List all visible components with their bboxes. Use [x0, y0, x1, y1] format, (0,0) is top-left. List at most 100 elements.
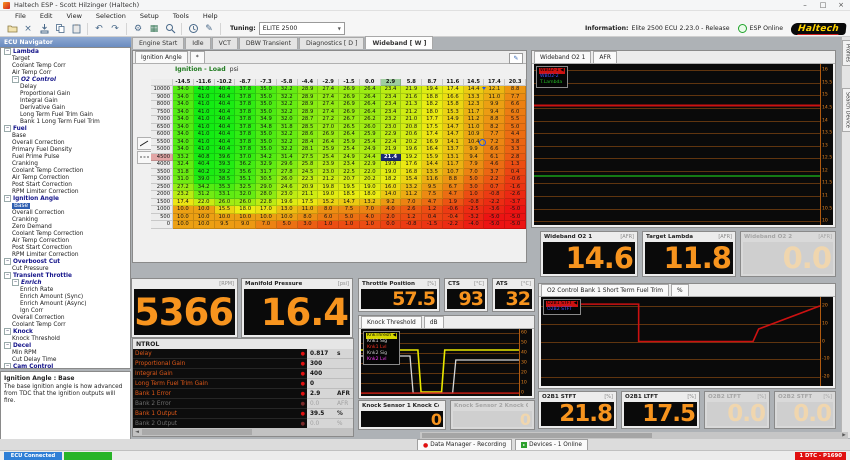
dashed-view-button[interactable] [137, 151, 152, 164]
expand-icon[interactable]: − [12, 76, 19, 83]
table-cell[interactable]: 7.9 [463, 161, 485, 169]
table-cell[interactable]: 41.0 [193, 146, 215, 154]
table-cell[interactable]: 4.7 [442, 191, 464, 199]
table-cell[interactable]: 29.6 [276, 161, 298, 169]
table-cell[interactable]: 9.9 [484, 101, 506, 109]
col-header[interactable]: -1.5 [339, 79, 360, 86]
table-cell[interactable]: 27.4 [318, 86, 340, 94]
table-cell[interactable]: 38.5 [214, 176, 236, 184]
tree-item-ign-corr[interactable]: Ign Corr [1, 307, 130, 314]
import-icon[interactable] [37, 23, 51, 35]
side-tab-profiles[interactable]: Profiles [842, 40, 850, 67]
table-cell[interactable]: 41.0 [193, 123, 215, 131]
table-cell[interactable]: 34.0 [173, 123, 194, 131]
table-cell[interactable]: 7.5 [422, 191, 443, 199]
tab-idle[interactable]: Idle [185, 37, 211, 49]
table-cell[interactable]: -2.2 [484, 198, 506, 206]
graph-view-button[interactable] [137, 137, 152, 150]
table-cell[interactable]: 1.2 [401, 213, 423, 221]
table-cell[interactable]: 24.6 [276, 183, 298, 191]
table-cell[interactable]: 23.9 [318, 161, 340, 169]
tree-item-target[interactable]: Target [1, 55, 130, 62]
table-cell[interactable]: 10.0 [235, 213, 257, 221]
tree-item-decel[interactable]: − Decel [1, 342, 130, 349]
table-cell[interactable]: 15.5 [214, 206, 236, 214]
tab-db[interactable]: dB [423, 316, 444, 328]
tree-item-post-start-correction[interactable]: Post Start Correction [1, 181, 130, 188]
legend-t-lambda[interactable]: T.Lambda [539, 80, 565, 86]
table-cell[interactable]: 26.4 [318, 138, 340, 146]
maximize-button[interactable]: □ [814, 1, 832, 9]
tree-item-rpm-limiter-correction[interactable]: RPM Limiter Correction [1, 251, 130, 258]
row-header[interactable]: 500 [151, 213, 173, 221]
row-header[interactable]: 6000 [151, 131, 173, 139]
table-cell[interactable]: 29.0 [256, 183, 277, 191]
tab-vct[interactable]: VCT [211, 37, 238, 49]
table-cell[interactable]: 32.2 [276, 146, 298, 154]
menu-setup[interactable]: Setup [133, 12, 166, 20]
tree-item-cut-pressure[interactable]: Cut Pressure [1, 265, 130, 272]
table-cell[interactable]: 8.8 [505, 86, 526, 94]
tree-item-lambda[interactable]: − Lambda [1, 48, 130, 55]
table-cell[interactable]: 34.0 [173, 146, 194, 154]
table-cell[interactable]: 35.0 [256, 93, 277, 101]
table-cell[interactable]: 15.3 [442, 108, 464, 116]
table-cell[interactable]: 34.0 [173, 131, 194, 139]
table-cell[interactable]: 20.2 [401, 138, 423, 146]
table-cell[interactable]: 32.2 [276, 131, 298, 139]
tree-item-cranking[interactable]: Cranking [1, 160, 130, 167]
table-cell[interactable]: 8.0 [318, 206, 340, 214]
table-cell[interactable]: 11.0 [463, 123, 485, 131]
table-cell[interactable]: 10.0 [193, 221, 215, 229]
row-header[interactable]: 6500 [151, 123, 173, 131]
table-cell[interactable]: 30.5 [256, 176, 277, 184]
close-button[interactable]: × [832, 1, 850, 9]
table-cell[interactable]: 28.6 [297, 131, 319, 139]
dtc-badge[interactable]: 1 DTC - P1690 [795, 451, 846, 460]
tree-item-knock[interactable]: − Knock [1, 328, 130, 335]
search-icon[interactable] [163, 23, 177, 35]
table-cell[interactable]: 21.6 [401, 93, 423, 101]
minimize-button[interactable]: – [796, 1, 814, 9]
menu-edit[interactable]: Edit [33, 12, 60, 20]
table-cell[interactable]: 21.1 [297, 191, 319, 199]
table-cell[interactable]: 32.9 [256, 161, 277, 169]
table-cell[interactable]: 26.7 [339, 116, 360, 124]
tree-item-integral-gain[interactable]: Integral Gain [1, 97, 130, 104]
table-cell[interactable]: 12.3 [463, 101, 485, 109]
row-header[interactable]: 5500 [151, 138, 173, 146]
table-cell[interactable]: 16.4 [422, 146, 443, 154]
table-cell[interactable]: 16.9 [422, 138, 443, 146]
table-cell[interactable]: 37.8 [235, 116, 257, 124]
table-cell[interactable]: 15.8 [442, 101, 464, 109]
table-cell[interactable]: 20.8 [401, 123, 423, 131]
table-cell[interactable]: 22.5 [339, 168, 360, 176]
legend-o2b2-stft[interactable]: O2B2 STFT [546, 307, 578, 313]
table-cell[interactable]: 37.8 [235, 131, 257, 139]
table-cell[interactable]: 32.0 [235, 191, 257, 199]
table-cell[interactable]: 9.5 [422, 183, 443, 191]
table-cell[interactable]: 10.7 [442, 168, 464, 176]
table-cell[interactable]: 37.8 [235, 146, 257, 154]
tree-item-zero-demand[interactable]: Zero Demand [1, 223, 130, 230]
col-header[interactable]: 0.0 [359, 79, 381, 86]
row-header[interactable]: 8000 [151, 101, 173, 109]
table-cell[interactable]: 32.4 [173, 161, 194, 169]
table-cell[interactable]: 2.6 [401, 206, 423, 214]
table-cell[interactable]: 17.4 [173, 198, 194, 206]
table-cell[interactable]: -0.6 [505, 176, 526, 184]
table-cell[interactable]: 7.0 [463, 168, 485, 176]
table-cell[interactable]: 34.0 [173, 116, 194, 124]
tree-item-coolant-temp-correction[interactable]: Coolant Temp Correction [1, 167, 130, 174]
tree-item-transient-throttle[interactable]: − Transient Throttle [1, 272, 130, 279]
table-cell[interactable]: 41.0 [193, 101, 215, 109]
row-header[interactable]: 3500 [151, 168, 173, 176]
tree-item-fuel[interactable]: − Fuel [1, 125, 130, 132]
table-cell[interactable]: 17.5 [422, 123, 443, 131]
tree-item-fuel-prime-pulse[interactable]: Fuel Prime Pulse [1, 153, 130, 160]
table-cell[interactable]: 10.0 [173, 206, 194, 214]
row-header[interactable]: 2500 [151, 183, 173, 191]
table-cell[interactable]: -5.0 [505, 213, 526, 221]
table-cell[interactable]: -1.5 [422, 221, 443, 229]
table-cell[interactable]: 18.5 [339, 191, 360, 199]
